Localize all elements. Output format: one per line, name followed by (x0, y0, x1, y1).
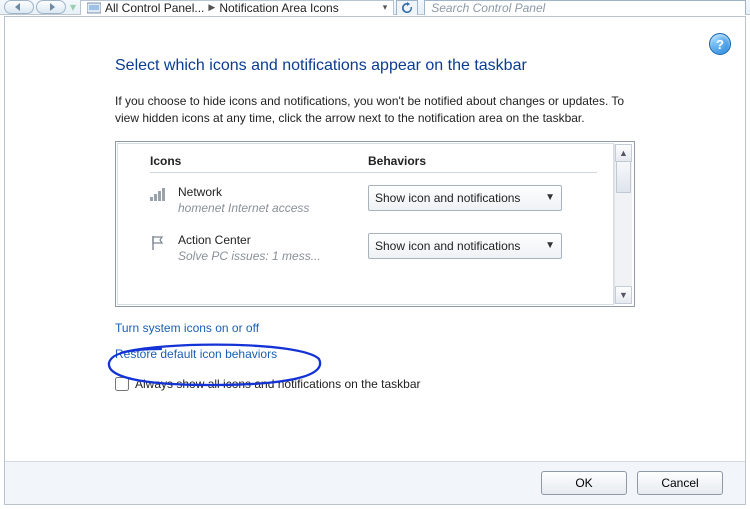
chevron-down-icon: ▼ (545, 192, 555, 203)
refresh-icon (401, 2, 413, 14)
behavior-select[interactable]: Show icon and notifications ▼ (368, 233, 562, 259)
links: Turn system icons on or off Restore defa… (115, 321, 635, 373)
item-name: Action Center (178, 233, 368, 247)
behavior-select[interactable]: Show icon and notifications ▼ (368, 185, 562, 211)
icon-list: Icons Behaviors Network homenet Internet… (115, 141, 635, 307)
select-value: Show icon and notifications (375, 191, 520, 205)
item-sub: homenet Internet access (178, 201, 368, 215)
arrow-left-icon (14, 3, 24, 11)
col-icons: Icons (150, 154, 368, 168)
list-item: Network homenet Internet access Show ico… (150, 185, 597, 215)
column-headers: Icons Behaviors (150, 154, 597, 173)
search-placeholder: Search Control Panel (431, 1, 545, 15)
search-input[interactable]: Search Control Panel (424, 0, 746, 15)
back-button[interactable] (4, 0, 34, 14)
breadcrumb[interactable]: All Control Panel... ▶ Notification Area… (80, 0, 394, 15)
cancel-button[interactable]: Cancel (637, 471, 723, 495)
checkbox-label: Always show all icons and notifications … (135, 377, 421, 391)
footer: OK Cancel (5, 461, 745, 504)
crumb-arrow-icon: ▶ (208, 2, 215, 13)
history-dropdown[interactable]: ▾ (68, 0, 78, 14)
refresh-button[interactable] (396, 0, 418, 15)
page-description: If you choose to hide icons and notifica… (115, 93, 635, 127)
crumb-text: Notification Area Icons (219, 1, 338, 15)
forward-button[interactable] (36, 0, 66, 14)
help-button[interactable]: ? (709, 33, 731, 55)
control-panel-icon (87, 2, 101, 14)
item-sub: Solve PC issues: 1 mess... (178, 249, 368, 263)
list-item: Action Center Solve PC issues: 1 mess...… (150, 233, 597, 263)
item-name: Network (178, 185, 368, 199)
ok-button[interactable]: OK (541, 471, 627, 495)
scroll-up-button[interactable]: ▲ (615, 144, 632, 162)
col-behaviors: Behaviors (368, 154, 426, 168)
network-icon (150, 185, 178, 201)
always-show-checkbox[interactable] (115, 377, 129, 391)
page-title: Select which icons and notifications app… (115, 57, 635, 75)
scroll-thumb[interactable] (616, 161, 631, 193)
main-panel: ? Select which icons and notifications a… (4, 16, 746, 505)
flag-icon (150, 233, 178, 251)
chevron-down-icon: ▼ (545, 240, 555, 251)
scroll-down-button[interactable]: ▼ (615, 286, 632, 304)
crumb-dropdown-icon[interactable]: ▾ (383, 2, 388, 13)
always-show-row: Always show all icons and notifications … (115, 377, 635, 391)
explorer-nav: ▾ All Control Panel... ▶ Notification Ar… (0, 0, 750, 15)
system-icons-link[interactable]: Turn system icons on or off (115, 321, 259, 335)
restore-defaults-link[interactable]: Restore default icon behaviors (115, 347, 277, 361)
crumb-text: All Control Panel... (105, 1, 204, 15)
scrollbar[interactable]: ▲ ▼ (614, 144, 632, 304)
select-value: Show icon and notifications (375, 239, 520, 253)
arrow-right-icon (46, 3, 56, 11)
